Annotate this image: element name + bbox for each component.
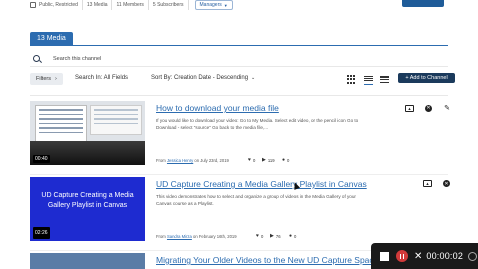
channel-search[interactable]: Search this channel (30, 53, 450, 64)
media-thumbnail[interactable]: 00:40 (30, 101, 145, 165)
chevron-down-icon: ▼ (223, 2, 228, 8)
search-input[interactable]: Search this channel (53, 56, 101, 62)
grid-view-icon[interactable] (346, 74, 357, 85)
search-icon (33, 55, 40, 62)
comment-icon: ● (289, 233, 293, 239)
pause-icon[interactable] (396, 250, 408, 262)
list-divider (30, 95, 448, 96)
media-entry: 00:40 How to download your media file If… (30, 101, 460, 171)
tab-divider (30, 45, 448, 46)
entry-actions: ▲ ✕ ✎ (394, 104, 451, 112)
media-title-link[interactable]: How to download your media file (156, 103, 279, 113)
close-icon[interactable]: ✕ (414, 251, 422, 262)
list-view-icon[interactable] (364, 75, 373, 85)
sort-by-dropdown[interactable]: Sort By: Creation Date - Descending ⌄ (151, 75, 255, 81)
image-icon[interactable]: ▲ (405, 104, 414, 112)
thumbnail-text: UD Capture Creating a Media Gallery Play… (41, 192, 134, 209)
lock-icon (30, 2, 36, 8)
header-action-button[interactable] (402, 0, 444, 7)
settings-icon[interactable] (468, 251, 478, 261)
privacy-label: Public, Restricted (39, 2, 78, 8)
comment-icon: ● (282, 157, 286, 163)
plays-stat: ▶ 76 (270, 233, 281, 239)
media-meta: From Jessica Henry on July 23rd, 2019 (156, 158, 229, 163)
members-count: 11 Members (112, 0, 149, 10)
search-divider (30, 66, 448, 67)
author-link[interactable]: Sandra Mirza (167, 234, 192, 239)
tab-media[interactable]: 13 Media (30, 32, 73, 45)
remove-icon[interactable]: ✕ (425, 104, 432, 112)
chevron-down-icon: ⌄ (251, 75, 256, 81)
author-link[interactable]: Jessica Henry (167, 158, 193, 163)
recording-toolbar: ✕ 00:00:02 (371, 243, 478, 269)
media-count: 13 Media (83, 0, 113, 10)
heart-icon: ♥ (256, 233, 259, 239)
search-in-dropdown[interactable]: Search In: All Fields (75, 75, 128, 81)
likes-stat: ♥ 0 (256, 233, 264, 239)
duration-badge: 02:26 (33, 227, 50, 239)
media-description: This video demonstrates how to select an… (156, 194, 356, 206)
play-icon: ▶ (270, 233, 274, 239)
stop-icon[interactable] (380, 251, 389, 261)
media-title-link[interactable]: UD Capture Creating a Media Gallery Play… (156, 179, 367, 189)
media-entry: UD Capture Creating a Media Gallery Play… (30, 177, 460, 247)
comments-stat: ● 0 (289, 233, 297, 239)
play-icon: ▶ (262, 157, 266, 163)
likes-stat: ♥ 0 (248, 157, 256, 163)
heart-icon: ♥ (248, 157, 251, 163)
chevron-right-icon: › (54, 76, 57, 82)
media-thumbnail[interactable] (30, 253, 145, 269)
duration-badge: 00:40 (33, 155, 50, 163)
recording-timer: 00:00:02 (426, 251, 464, 261)
media-title-link[interactable]: Migrating Your Older Videos to the New U… (156, 255, 378, 265)
edit-icon[interactable]: ✎ (443, 104, 451, 112)
media-description: If you would like to download your video… (156, 118, 359, 130)
filters-button[interactable]: Filters › (30, 73, 63, 85)
media-thumbnail[interactable]: UD Capture Creating a Media Gallery Play… (30, 177, 145, 241)
entry-divider (30, 174, 448, 175)
image-icon[interactable]: ▲ (423, 180, 432, 187)
managers-dropdown[interactable]: Managers ▼ (194, 0, 233, 10)
detailed-list-icon[interactable] (380, 75, 389, 84)
media-meta: From Sandra Mirza on February 16th, 2019 (156, 234, 237, 239)
view-switcher (346, 74, 396, 85)
entry-actions: ▲ ✕ (412, 180, 450, 187)
subscribers-count: 5 Subscribers (149, 0, 189, 10)
channel-info-bar: Public, Restricted 13 Media 11 Members 5… (0, 0, 478, 10)
add-to-channel-button[interactable]: + Add to Channel (398, 73, 455, 83)
remove-icon[interactable]: ✕ (443, 180, 450, 187)
privacy-status: Public, Restricted (0, 0, 83, 10)
plays-stat: ▶ 119 (262, 157, 275, 163)
comments-stat: ● 0 (282, 157, 290, 163)
